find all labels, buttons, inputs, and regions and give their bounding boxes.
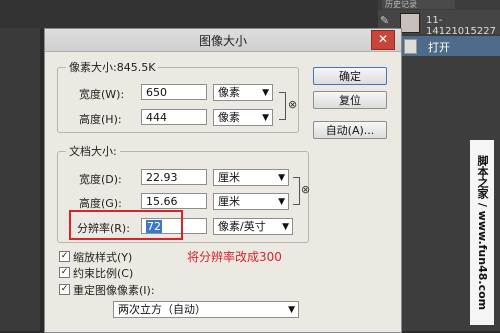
pixel-height-unit-select[interactable]: 像素 ▼ [213, 109, 273, 126]
doc-width-label: 宽度(D): [79, 173, 122, 186]
scale-styles-checkbox[interactable]: ✓ [59, 251, 70, 262]
pixel-width-unit: 像素 [218, 86, 240, 99]
resample-method-select[interactable]: 两次立方（自动） ▼ [113, 301, 299, 318]
constrain-label: 约束比例(C) [73, 267, 134, 280]
pixel-width-label: 宽度(W): [79, 88, 125, 101]
snapshot-thumbnail [400, 13, 420, 33]
annotation-text: 将分辨率改成300 [187, 250, 282, 264]
doc-height-label: 高度(G): [79, 197, 122, 210]
pixel-dimensions-legend: 像素大小:845.5K [69, 61, 156, 74]
close-button[interactable]: ✕ [371, 30, 395, 50]
chevron-down-icon: ▼ [278, 197, 285, 207]
chevron-down-icon: ▼ [282, 222, 289, 232]
dialog-title: 图像大小 [198, 34, 247, 48]
doc-height-input[interactable]: 15.66 [141, 193, 207, 209]
link-bracket [279, 92, 286, 120]
resolution-unit-select[interactable]: 像素/英寸 ▼ [213, 218, 293, 235]
scale-styles-label: 缩放样式(Y) [73, 251, 133, 264]
history-brush-icon[interactable]: ✎ [380, 14, 389, 27]
link-bracket [293, 177, 300, 205]
chain-link-icon: ⊗ [288, 98, 298, 111]
chevron-down-icon: ▼ [288, 305, 295, 315]
history-state-label: 打开 [428, 41, 450, 54]
pixel-width-input[interactable]: 650 [141, 84, 207, 100]
watermark: 脚本之家 / www.fun48.com [470, 140, 494, 325]
resolution-unit: 像素/英寸 [218, 220, 266, 233]
chevron-down-icon: ▼ [262, 113, 269, 123]
pixel-width-unit-select[interactable]: 像素 ▼ [213, 84, 273, 101]
resample-checkbox[interactable]: ✓ [59, 284, 70, 295]
doc-height-unit-select[interactable]: 厘米 ▼ [213, 193, 289, 210]
pixel-height-label: 高度(H): [79, 113, 122, 126]
ok-button[interactable]: 确定 [313, 67, 387, 85]
canvas-background-left [0, 0, 40, 331]
chevron-down-icon: ▼ [262, 88, 269, 98]
doc-width-input[interactable]: 22.93 [141, 169, 207, 185]
image-size-dialog: 图像大小 ✕ 像素大小:845.5K 宽度(W): 650 像素 ▼ 高度(H):… [44, 28, 402, 333]
document-icon [404, 39, 417, 54]
chevron-down-icon: ▼ [278, 173, 285, 183]
constrain-checkbox[interactable]: ✓ [59, 267, 70, 278]
dialog-titlebar[interactable]: 图像大小 ✕ [45, 29, 401, 52]
history-tab[interactable]: 历史记录 [382, 0, 455, 9]
document-size-legend: 文档大小: [69, 145, 117, 158]
pixel-height-input[interactable]: 444 [141, 109, 207, 125]
resample-method: 两次立方（自动） [118, 303, 206, 316]
highlight-box [69, 210, 183, 240]
reset-button[interactable]: 复位 [313, 91, 387, 109]
resample-label: 重定图像像素(I): [73, 284, 155, 297]
doc-width-unit: 厘米 [218, 171, 240, 184]
auto-button[interactable]: 自动(A)... [313, 121, 387, 139]
chain-link-icon: ⊗ [301, 183, 311, 196]
snapshot-label: 11-14121015227 [426, 15, 496, 37]
pixel-height-unit: 像素 [218, 111, 240, 124]
doc-height-unit: 厘米 [218, 195, 240, 208]
doc-width-unit-select[interactable]: 厘米 ▼ [213, 169, 289, 186]
